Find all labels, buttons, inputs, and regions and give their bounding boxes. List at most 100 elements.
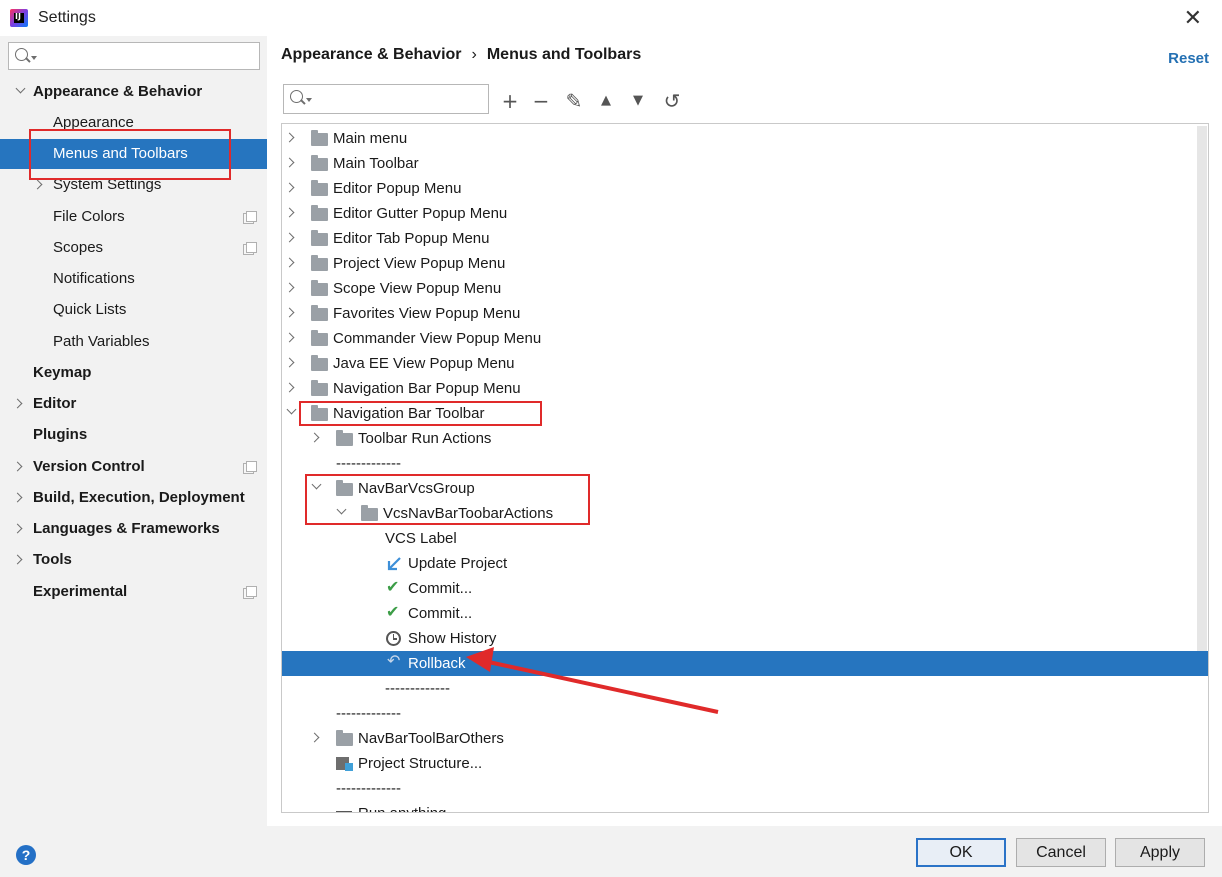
chevron-right-icon[interactable] bbox=[309, 732, 320, 743]
help-button[interactable]: ? bbox=[16, 845, 36, 865]
sidebar-item-keymap[interactable]: Keymap bbox=[0, 358, 267, 388]
project-level-icon bbox=[243, 461, 257, 474]
cancel-button[interactable]: Cancel bbox=[1016, 838, 1106, 867]
close-icon[interactable]: ✕ bbox=[1184, 6, 1202, 31]
chevron-right-icon[interactable] bbox=[309, 432, 320, 443]
tree-search-input[interactable] bbox=[283, 84, 489, 114]
history-clock-icon bbox=[386, 631, 401, 646]
chevron-right-icon[interactable] bbox=[284, 182, 295, 193]
chevron-right-icon[interactable] bbox=[284, 157, 295, 168]
sidebar-item-version-control[interactable]: Version Control bbox=[0, 452, 267, 482]
tree-row[interactable]: Project View Popup Menu bbox=[282, 251, 1208, 276]
annotation-box-navigation-bar-toolbar bbox=[299, 401, 542, 426]
tree-row[interactable]: Toolbar Run Actions bbox=[282, 426, 1208, 451]
folder-icon bbox=[311, 255, 328, 271]
chevron-right-icon[interactable] bbox=[284, 357, 295, 368]
sidebar-item-plugins[interactable]: Plugins bbox=[0, 420, 267, 450]
chevron-right-icon[interactable] bbox=[12, 523, 23, 534]
folder-icon bbox=[311, 180, 328, 196]
tree-row-separator[interactable]: ------------- bbox=[282, 451, 1208, 476]
sidebar-item-languages-frameworks[interactable]: Languages & Frameworks bbox=[0, 514, 267, 544]
search-icon bbox=[290, 90, 303, 103]
add-button[interactable]: + bbox=[497, 88, 523, 114]
chevron-down-icon[interactable] bbox=[286, 404, 297, 415]
move-down-button[interactable]: ▼ bbox=[625, 88, 651, 114]
chevron-right-icon[interactable] bbox=[12, 492, 23, 503]
tree-row[interactable]: Commander View Popup Menu bbox=[282, 326, 1208, 351]
sidebar-search-input[interactable] bbox=[8, 42, 260, 70]
chevron-right-icon[interactable] bbox=[284, 332, 295, 343]
rollback-icon: ↶ bbox=[387, 651, 401, 670]
folder-icon bbox=[311, 355, 328, 371]
search-history-dropdown-icon[interactable] bbox=[31, 56, 37, 60]
update-project-icon bbox=[387, 557, 401, 571]
tree-row[interactable]: Main menu bbox=[282, 126, 1208, 151]
tree-row-separator[interactable]: ------------- bbox=[282, 701, 1208, 726]
ok-button[interactable]: OK bbox=[916, 838, 1006, 867]
chevron-right-icon[interactable] bbox=[284, 132, 295, 143]
sidebar-item-scopes[interactable]: Scopes bbox=[0, 233, 267, 263]
tree-row[interactable]: Main Toolbar bbox=[282, 151, 1208, 176]
apply-button[interactable]: Apply bbox=[1115, 838, 1205, 867]
tree-row-rollback[interactable]: ↶ Rollback bbox=[282, 651, 1208, 676]
folder-icon bbox=[311, 230, 328, 246]
tree-row[interactable]: Update Project bbox=[282, 551, 1208, 576]
tree-row[interactable]: Run anything bbox=[282, 801, 1208, 812]
chevron-right-icon[interactable] bbox=[284, 307, 295, 318]
chevron-right-icon[interactable] bbox=[12, 398, 23, 409]
tree-row[interactable]: VCS Label bbox=[282, 526, 1208, 551]
tree-row[interactable]: Favorites View Popup Menu bbox=[282, 301, 1208, 326]
sidebar-item-notifications[interactable]: Notifications bbox=[0, 264, 267, 294]
sidebar-item-appearance-behavior[interactable]: Appearance & Behavior bbox=[0, 77, 267, 107]
actions-tree[interactable]: Main menu Main Toolbar Editor Popup Menu… bbox=[281, 123, 1209, 813]
chevron-right-icon[interactable] bbox=[284, 282, 295, 293]
project-level-icon bbox=[243, 586, 257, 599]
chevron-right-icon[interactable] bbox=[284, 207, 295, 218]
sidebar-item-quick-lists[interactable]: Quick Lists bbox=[0, 295, 267, 325]
folder-icon bbox=[311, 280, 328, 296]
tree-row[interactable]: Java EE View Popup Menu bbox=[282, 351, 1208, 376]
annotation-box-menus-toolbars bbox=[29, 129, 231, 180]
tree-row[interactable]: Editor Gutter Popup Menu bbox=[282, 201, 1208, 226]
sidebar-item-tools[interactable]: Tools bbox=[0, 545, 267, 575]
restore-defaults-button[interactable]: ↺ bbox=[659, 88, 685, 114]
chevron-right-icon[interactable] bbox=[284, 232, 295, 243]
search-history-dropdown-icon[interactable] bbox=[306, 98, 312, 102]
chevron-right-icon[interactable] bbox=[284, 382, 295, 393]
edit-icon-button[interactable]: ✎ bbox=[561, 88, 587, 114]
tree-row[interactable]: NavBarToolBarOthers bbox=[282, 726, 1208, 751]
chevron-right-icon[interactable] bbox=[32, 179, 43, 190]
tree-row[interactable]: Editor Tab Popup Menu bbox=[282, 226, 1208, 251]
settings-main-panel: Appearance & Behavior › Menus and Toolbars… bbox=[267, 36, 1222, 826]
chevron-right-icon[interactable] bbox=[12, 554, 23, 565]
project-level-icon bbox=[243, 242, 257, 255]
tree-row[interactable]: ✔ Commit... bbox=[282, 601, 1208, 626]
tree-row-separator[interactable]: ------------- bbox=[282, 776, 1208, 801]
sidebar-item-experimental[interactable]: Experimental bbox=[0, 577, 267, 607]
folder-icon bbox=[336, 430, 353, 446]
chevron-right-icon[interactable] bbox=[284, 257, 295, 268]
chevron-right-icon[interactable] bbox=[12, 461, 23, 472]
tree-row[interactable]: Show History bbox=[282, 626, 1208, 651]
remove-button[interactable]: − bbox=[528, 88, 554, 114]
tree-row[interactable]: Navigation Bar Popup Menu bbox=[282, 376, 1208, 401]
move-up-button[interactable]: ▲ bbox=[593, 88, 619, 114]
project-level-icon bbox=[243, 211, 257, 224]
sidebar-item-file-colors[interactable]: File Colors bbox=[0, 202, 267, 232]
breadcrumb-item: Menus and Toolbars bbox=[486, 46, 642, 63]
tree-row[interactable]: ✔ Commit... bbox=[282, 576, 1208, 601]
chevron-down-icon[interactable] bbox=[15, 83, 26, 94]
folder-icon bbox=[336, 730, 353, 746]
commit-check-icon: ✔ bbox=[386, 577, 400, 596]
annotation-box-vcs-group bbox=[305, 474, 590, 525]
sidebar-item-editor[interactable]: Editor bbox=[0, 389, 267, 419]
sidebar-item-path-variables[interactable]: Path Variables bbox=[0, 327, 267, 357]
tree-row[interactable]: Scope View Popup Menu bbox=[282, 276, 1208, 301]
tree-row[interactable]: Editor Popup Menu bbox=[282, 176, 1208, 201]
sidebar-item-build-execution-deployment[interactable]: Build, Execution, Deployment bbox=[0, 483, 267, 513]
tree-row-separator[interactable]: ------------- bbox=[282, 676, 1208, 701]
reset-link[interactable]: Reset bbox=[1168, 50, 1209, 67]
breadcrumb-item[interactable]: Appearance & Behavior bbox=[281, 46, 462, 63]
folder-icon bbox=[311, 330, 328, 346]
tree-row[interactable]: Project Structure... bbox=[282, 751, 1208, 776]
